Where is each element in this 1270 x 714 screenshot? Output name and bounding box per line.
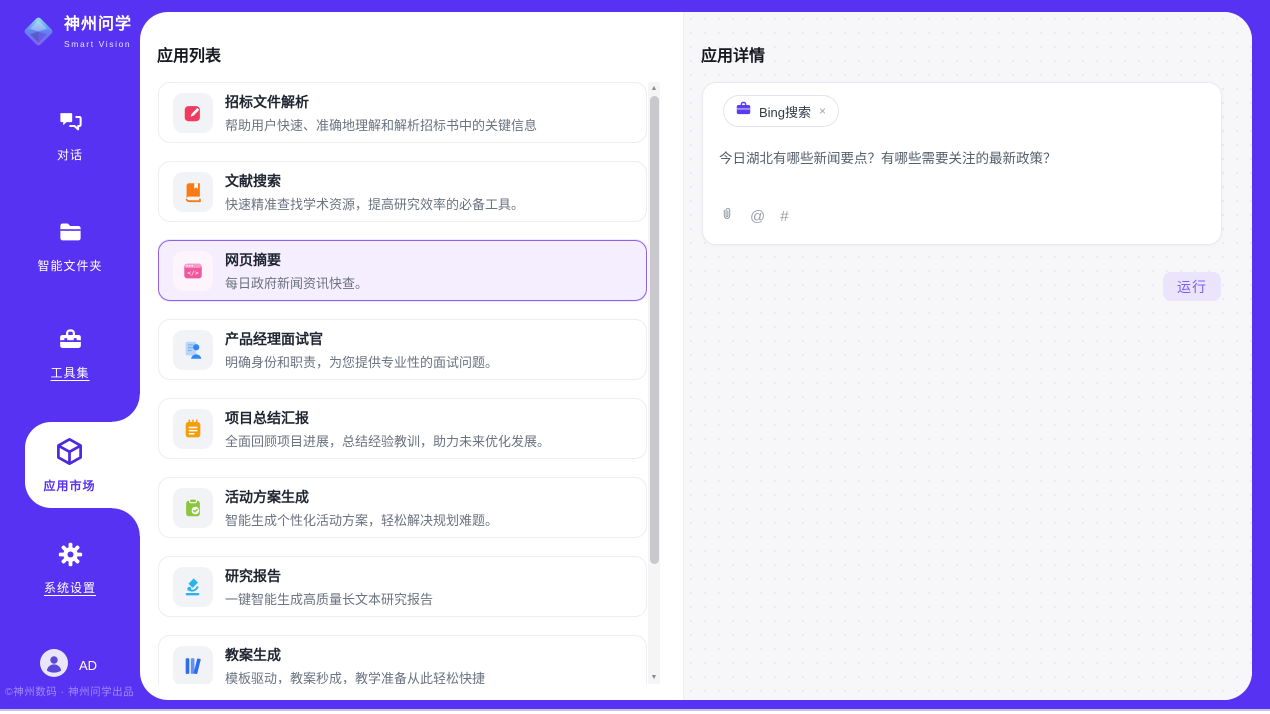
tool-tag-label: Bing搜索 <box>759 102 811 121</box>
tool-tag-bing-search[interactable]: Bing搜索 × <box>723 95 839 127</box>
svg-text:</>: </> <box>187 269 199 277</box>
run-button[interactable]: 运行 <box>1163 272 1221 301</box>
app-card-desc: 智能生成个性化活动方案，轻松解决规划难题。 <box>225 510 498 529</box>
bubble-curve-top <box>112 394 140 422</box>
app-card-event-plan[interactable]: 活动方案生成 智能生成个性化活动方案，轻松解决规划难题。 <box>158 477 647 538</box>
app-card-title: 项目总结汇报 <box>225 408 550 428</box>
app-card-pm-interviewer[interactable]: 产品经理面试官 明确身份和职责，为您提供专业性的面试问题。 <box>158 319 647 380</box>
sidebar-item-smart-folder[interactable]: 智能文件夹 <box>0 219 140 274</box>
app-card-title: 招标文件解析 <box>225 92 537 112</box>
input-toolbar: @ # <box>719 205 789 228</box>
scroll-up-icon[interactable]: ▲ <box>648 82 660 95</box>
logo-diamond-icon <box>20 13 57 55</box>
app-card-literature-search[interactable]: 文献搜索 快速精准查找学术资源，提高研究效率的必备工具。 <box>158 161 647 222</box>
app-card-desc: 帮助用户快速、准确地理解和解析招标书中的关键信息 <box>225 115 537 134</box>
avatar <box>40 649 68 682</box>
app-card-web-summary[interactable]: </> 网页摘要 每日政府新闻资讯快查。 <box>158 240 647 301</box>
app-detail-panel: 应用详情 Bing搜索 × 今日湖北有哪些新闻要点？有哪些需要关注的最新政策？ <box>684 12 1252 700</box>
username: AD <box>79 658 97 673</box>
sidebar-item-label: 工具集 <box>0 364 140 381</box>
folder-icon <box>57 233 84 250</box>
app-detail-title: 应用详情 <box>701 42 765 66</box>
paperclip-icon[interactable] <box>719 205 735 228</box>
query-input-card[interactable]: Bing搜索 × 今日湖北有哪些新闻要点？有哪些需要关注的最新政策？ @ # <box>702 82 1222 245</box>
logo-title: 神州问学 <box>64 16 132 33</box>
app-card-desc: 一键智能生成高质量长文本研究报告 <box>225 589 433 608</box>
browser-code-icon: </> <box>173 251 213 291</box>
bubble-curve-bottom <box>112 508 140 536</box>
close-icon[interactable]: × <box>818 104 827 118</box>
app-card-title: 文献搜索 <box>225 171 524 191</box>
sidebar-item-label: 系统设置 <box>0 579 140 596</box>
app-card-tender-analysis[interactable]: 招标文件解析 帮助用户快速、准确地理解和解析招标书中的关键信息 <box>158 82 647 143</box>
app-card-desc: 模板驱动，教案秒成，教学准备从此轻松快捷 <box>225 668 485 685</box>
scroll-down-icon[interactable]: ▼ <box>648 671 660 684</box>
app-list-title: 应用列表 <box>157 42 221 66</box>
person-doc-icon <box>173 330 213 370</box>
logo-subtitle: Smart Vision <box>64 39 131 49</box>
mention-icon[interactable]: @ <box>750 208 765 225</box>
app-card-lesson-plan[interactable]: 教案生成 模板驱动，教案秒成，教学准备从此轻松快捷 <box>158 635 647 684</box>
main-content: 应用列表 招标文件解析 帮助用户快速、准确地理解和解析招标书中的关键信息 <box>140 12 1252 700</box>
logo: 神州问学 Smart Vision <box>20 13 140 55</box>
notepad-icon <box>173 409 213 449</box>
sidebar: 神州问学 Smart Vision 对话 智能文件夹 <box>0 0 140 709</box>
microscope-icon <box>173 567 213 607</box>
app-card-desc: 每日政府新闻资讯快查。 <box>225 273 368 292</box>
edit-square-icon <box>173 93 213 133</box>
toolbox-icon <box>57 340 84 357</box>
briefcase-icon <box>735 100 752 122</box>
app-list-scrollbar[interactable]: ▲ ▼ <box>648 82 660 684</box>
app-card-desc: 快速精准查找学术资源，提高研究效率的必备工具。 <box>225 194 524 213</box>
sidebar-item-settings[interactable]: 系统设置 <box>0 541 140 596</box>
books-icon <box>173 646 213 685</box>
sidebar-item-toolset[interactable]: 工具集 <box>0 326 140 381</box>
hash-icon[interactable]: # <box>780 208 788 225</box>
copyright-footer: ©神州数码 · 神州问学出品 <box>5 684 140 699</box>
sidebar-item-app-market[interactable]: 应用市场 <box>25 422 140 508</box>
gear-icon <box>57 555 84 572</box>
app-card-research-report[interactable]: 研究报告 一键智能生成高质量长文本研究报告 <box>158 556 647 617</box>
app-card-project-summary[interactable]: 项目总结汇报 全面回顾项目进展，总结经验教训，助力未来优化发展。 <box>158 398 647 459</box>
query-text[interactable]: 今日湖北有哪些新闻要点？有哪些需要关注的最新政策？ <box>719 149 1199 169</box>
app-card-title: 产品经理面试官 <box>225 329 498 349</box>
app-card-title: 教案生成 <box>225 645 485 665</box>
user-account[interactable]: AD <box>40 649 97 682</box>
app-list-panel: 应用列表 招标文件解析 帮助用户快速、准确地理解和解析招标书中的关键信息 <box>140 12 684 700</box>
app-card-title: 研究报告 <box>225 566 433 586</box>
app-card-desc: 全面回顾项目进展，总结经验教训，助力未来优化发展。 <box>225 431 550 450</box>
sidebar-item-label: 对话 <box>0 146 140 163</box>
scrollbar-thumb[interactable] <box>650 96 659 564</box>
cube-icon <box>54 436 85 472</box>
app-card-title: 活动方案生成 <box>225 487 498 507</box>
sidebar-item-label: 应用市场 <box>43 477 95 494</box>
sidebar-item-chat[interactable]: 对话 <box>0 108 140 163</box>
book-icon <box>173 172 213 212</box>
app-card-desc: 明确身份和职责，为您提供专业性的面试问题。 <box>225 352 498 371</box>
clipboard-check-icon <box>173 488 213 528</box>
sidebar-item-label: 智能文件夹 <box>0 257 140 274</box>
app-card-title: 网页摘要 <box>225 250 368 270</box>
app-list: 招标文件解析 帮助用户快速、准确地理解和解析招标书中的关键信息 文献搜索 <box>158 82 647 684</box>
app-window: 神州问学 Smart Vision 对话 智能文件夹 <box>0 0 1270 711</box>
chat-icon <box>57 122 84 139</box>
